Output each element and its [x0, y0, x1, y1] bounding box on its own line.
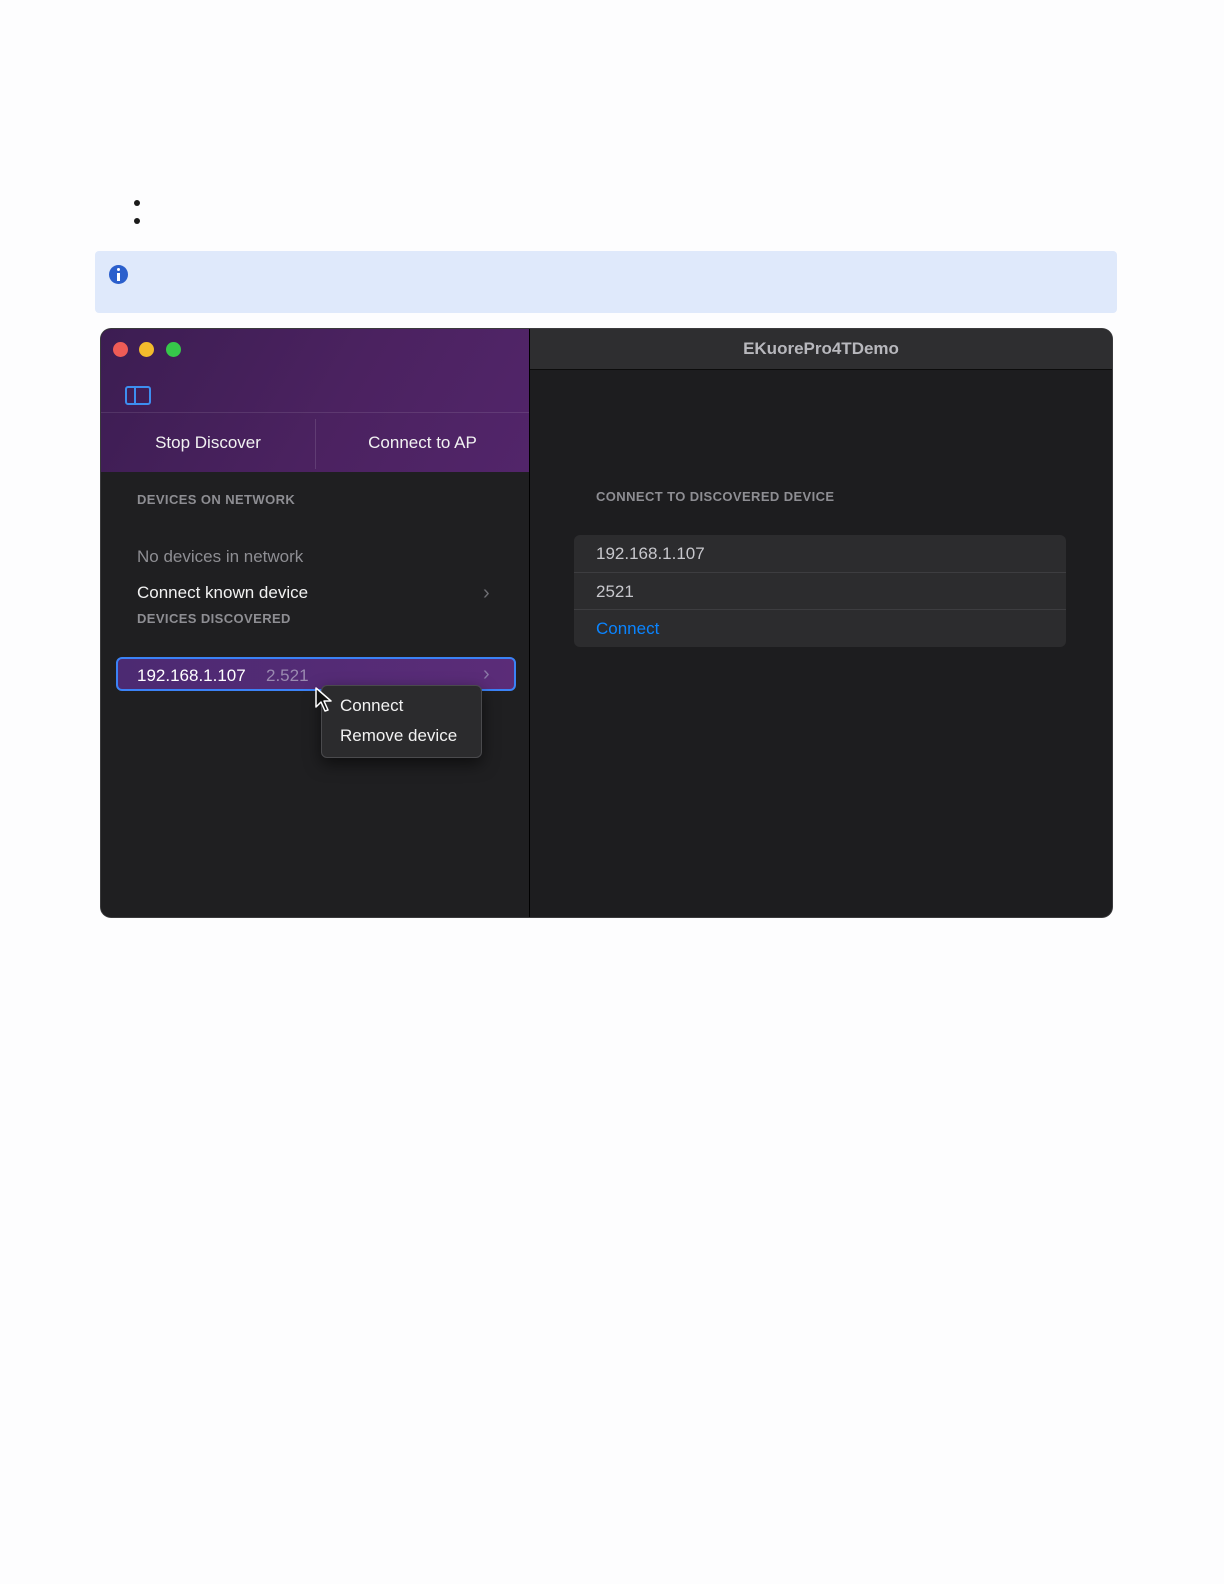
- mouse-cursor-icon: [315, 687, 332, 712]
- stop-discover-button[interactable]: Stop Discover: [101, 413, 315, 472]
- close-window-button[interactable]: [113, 342, 128, 357]
- sidebar-toggle-icon[interactable]: [125, 386, 151, 405]
- ip-field[interactable]: 192.168.1.107: [574, 535, 1066, 572]
- no-devices-text: No devices in network: [137, 547, 304, 566]
- bullet-list: [134, 200, 140, 236]
- sidebar-header: Stop Discover Connect to AP: [101, 329, 529, 472]
- devices-discovered-header: DEVICES DISCOVERED: [137, 611, 291, 626]
- chevron-right-icon: ›: [483, 663, 490, 685]
- maximize-window-button[interactable]: [166, 342, 181, 357]
- connect-known-device-link[interactable]: Connect known device: [137, 583, 308, 603]
- info-callout: [95, 251, 1117, 313]
- bullet: [134, 200, 140, 206]
- minimize-window-button[interactable]: [139, 342, 154, 357]
- connect-button[interactable]: Connect: [574, 610, 1066, 647]
- context-menu: Connect Remove device: [321, 685, 482, 758]
- devices-on-network-header: DEVICES ON NETWORK: [137, 492, 296, 507]
- device-port: 2.521: [266, 666, 309, 685]
- app-window: Stop Discover Connect to AP DEVICES ON N…: [101, 329, 1112, 917]
- chevron-right-icon: ›: [483, 582, 490, 604]
- info-icon: [109, 265, 128, 284]
- connect-to-ap-button[interactable]: Connect to AP: [316, 413, 529, 472]
- port-field[interactable]: 2521: [574, 573, 1066, 610]
- window-title: EKuorePro4TDemo: [530, 329, 1112, 370]
- menu-item-remove-device[interactable]: Remove device: [340, 726, 457, 746]
- connect-discovered-header: CONNECT TO DISCOVERED DEVICE: [596, 489, 835, 504]
- sidebar: Stop Discover Connect to AP DEVICES ON N…: [101, 329, 530, 917]
- connect-form: 192.168.1.107 2521 Connect: [574, 535, 1066, 647]
- menu-item-connect[interactable]: Connect: [340, 696, 403, 716]
- bullet: [134, 218, 140, 224]
- device-ip: 192.168.1.107: [137, 666, 246, 685]
